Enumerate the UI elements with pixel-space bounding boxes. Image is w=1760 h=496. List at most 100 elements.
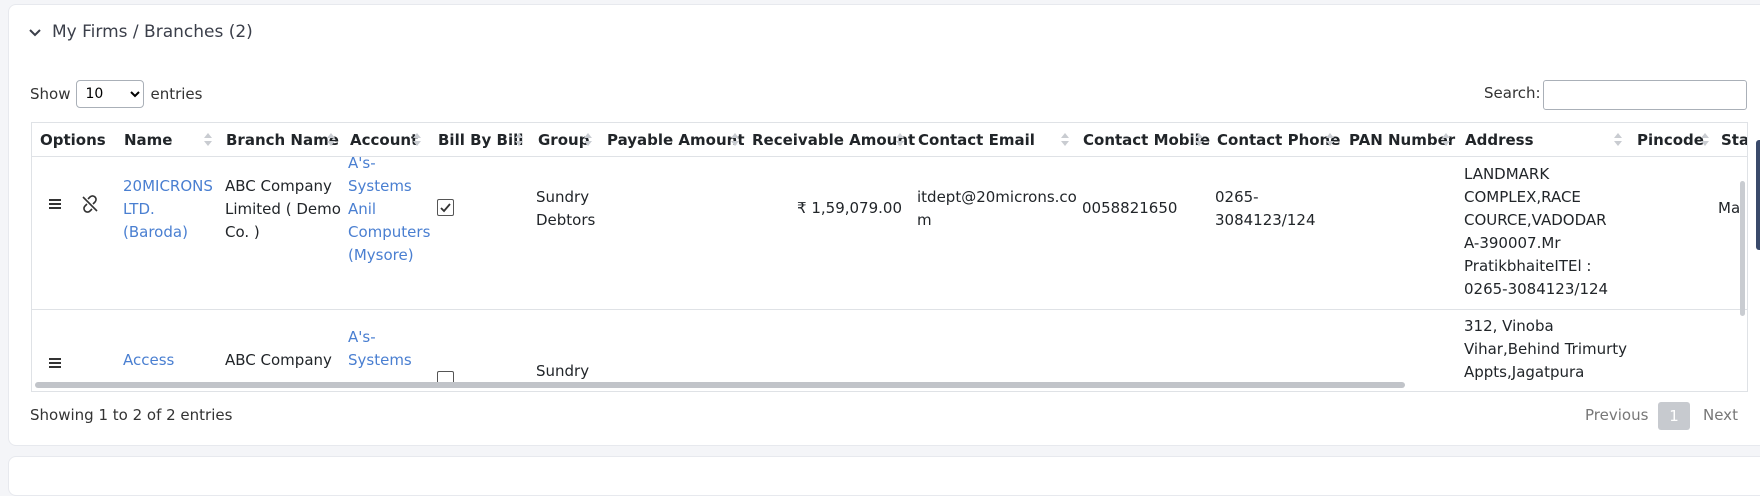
firm-name-line: 20MICRONS: [123, 177, 213, 195]
firm-name-line: Access: [123, 351, 175, 369]
sort-icon: [204, 133, 212, 147]
address-line: LANDMARK: [1464, 165, 1550, 183]
col-group[interactable]: Group: [538, 123, 589, 157]
col-account[interactable]: Account: [350, 123, 418, 157]
address-line: 0265-3084123/124: [1464, 280, 1609, 298]
next-button[interactable]: Next: [1703, 406, 1738, 424]
account-line: A's-: [348, 328, 376, 346]
account-line: Computers: [348, 223, 431, 241]
branch-name-line: Limited ( Demo: [225, 200, 341, 218]
contact-phone: 0265- 3084123/124: [1215, 186, 1316, 232]
branch-name: ABC Company Limited ( Demo Co. ): [225, 175, 341, 244]
sort-icon: [1326, 133, 1334, 147]
branch-name-line: Co. ): [225, 223, 260, 241]
firms-table: Options Name Branch Name Account Bill By…: [31, 122, 1748, 392]
address-line: Vihar,Behind Trimurty: [1464, 340, 1628, 358]
table-row: Access ABC Company A's- Systems Sundry 3…: [32, 310, 1747, 383]
entries-label: entries: [150, 85, 203, 103]
previous-button[interactable]: Previous: [1585, 406, 1648, 424]
group-line: Sundry: [536, 362, 590, 380]
account-link[interactable]: A's- Systems: [348, 326, 412, 372]
sort-icon: [413, 133, 421, 147]
address-line: Appts,Jagatpura: [1464, 363, 1585, 381]
sort-icon: [896, 133, 904, 147]
account-line: (Mysore): [348, 246, 414, 264]
address: LANDMARK COMPLEX,RACE COURCE,VADODAR A-3…: [1464, 163, 1608, 301]
col-contact-phone[interactable]: Contact Phone: [1217, 123, 1340, 157]
table-row: 20MICRONS LTD. (Baroda) ABC Company Limi…: [32, 157, 1747, 310]
col-pincode[interactable]: Pincode: [1637, 123, 1704, 157]
sort-icon: [1701, 133, 1709, 147]
entries-select[interactable]: 10: [76, 80, 145, 108]
contact-email: itdept@20microns.co m: [917, 186, 1077, 232]
table-body: 20MICRONS LTD. (Baroda) ABC Company Limi…: [32, 157, 1747, 383]
page-1-button[interactable]: 1: [1658, 402, 1690, 430]
sort-icon: [515, 133, 523, 147]
receivable-amount: ₹ 1,59,079.00: [797, 199, 902, 217]
sort-icon: [1442, 133, 1450, 147]
group-line: Debtors: [536, 211, 596, 229]
group: Sundry: [536, 360, 589, 383]
address: 312, Vinoba Vihar,Behind Trimurty Appts,…: [1464, 315, 1627, 383]
sort-icon: [327, 133, 335, 147]
firm-name-link[interactable]: Access: [123, 349, 174, 372]
firm-name-link[interactable]: 20MICRONS LTD. (Baroda): [123, 175, 213, 244]
next-card: [8, 456, 1760, 496]
col-name[interactable]: Name: [124, 123, 172, 157]
search-label: Search:: [1484, 84, 1541, 102]
col-bill-by-bill[interactable]: Bill By Bill: [438, 123, 523, 157]
sort-icon: [1614, 133, 1622, 147]
state: Ma: [1718, 199, 1741, 217]
col-contact-mobile[interactable]: Contact Mobile: [1083, 123, 1210, 157]
col-receivable-amount[interactable]: Receivable Amount: [752, 123, 915, 157]
section-title: My Firms / Branches (2): [52, 22, 253, 42]
contact-mobile: 0058821650: [1082, 199, 1178, 217]
menu-icon[interactable]: [46, 354, 64, 372]
col-options: Options: [40, 131, 106, 149]
col-pan-number[interactable]: PAN Number: [1349, 123, 1455, 157]
account-line: Anil: [348, 200, 377, 218]
horizontal-scrollbar[interactable]: [35, 382, 1405, 388]
sort-icon: [731, 133, 739, 147]
address-line: COURCE,VADODAR: [1464, 211, 1607, 229]
phone-line: 3084123/124: [1215, 211, 1316, 229]
length-control: Show 10 entries: [30, 80, 202, 108]
address-line: COMPLEX,RACE: [1464, 188, 1581, 206]
account-link[interactable]: A's- Systems Anil Computers (Mysore): [348, 157, 430, 267]
address-line: PratikbhaiteITEl :: [1464, 257, 1592, 275]
col-state[interactable]: Stat: [1721, 123, 1747, 157]
phone-line: 0265-: [1215, 188, 1259, 206]
branch-name-line: ABC Company: [225, 177, 332, 195]
address-line: A-390007.Mr: [1464, 234, 1561, 252]
unlink-icon[interactable]: [81, 195, 99, 213]
table-header: Options Name Branch Name Account Bill By…: [32, 123, 1747, 157]
account-line: Systems: [348, 177, 412, 195]
branch-name: ABC Company: [225, 349, 332, 372]
sort-icon: [1061, 133, 1069, 147]
side-accent: [1756, 140, 1760, 250]
firm-name-line: LTD.: [123, 200, 155, 218]
chevron-down-icon: [28, 25, 42, 39]
firm-name-line: (Baroda): [123, 223, 188, 241]
group: Sundry Debtors: [536, 186, 595, 232]
address-line: 312, Vinoba: [1464, 317, 1554, 335]
vertical-scrollbar[interactable]: [1740, 181, 1745, 316]
table-info: Showing 1 to 2 of 2 entries: [30, 406, 233, 424]
email-line: itdept@20microns.co: [917, 188, 1077, 206]
account-line: A's-: [348, 157, 376, 172]
sort-icon: [584, 133, 592, 147]
section-toggle[interactable]: My Firms / Branches (2): [28, 22, 253, 42]
col-branch-name[interactable]: Branch Name: [226, 123, 339, 157]
search-input[interactable]: [1543, 80, 1747, 110]
col-contact-email[interactable]: Contact Email: [918, 123, 1035, 157]
col-address[interactable]: Address: [1465, 123, 1534, 157]
sort-icon: [1195, 133, 1203, 147]
menu-icon[interactable]: [46, 195, 64, 213]
bill-by-bill-checkbox[interactable]: [437, 199, 454, 216]
show-label: Show: [30, 85, 71, 103]
account-line: Systems: [348, 351, 412, 369]
col-payable-amount[interactable]: Payable Amount: [607, 123, 745, 157]
branch-name-line: ABC Company: [225, 351, 332, 369]
group-line: Sundry: [536, 188, 590, 206]
email-line: m: [917, 211, 932, 229]
